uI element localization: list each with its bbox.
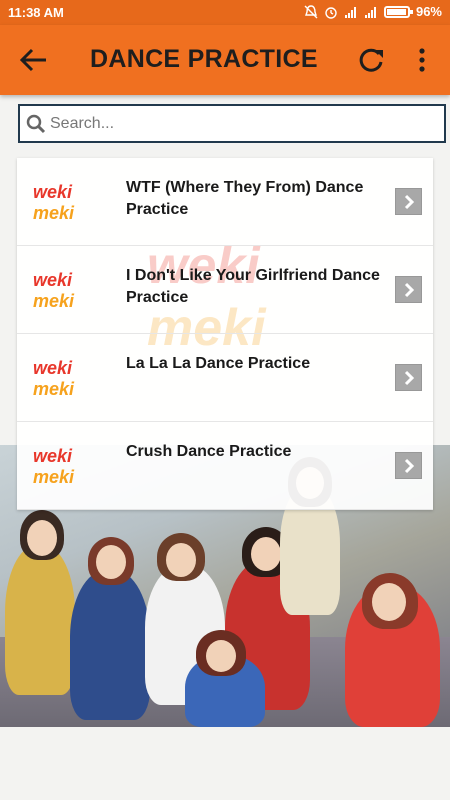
alarm-icon xyxy=(325,6,337,19)
svg-text:meki: meki xyxy=(33,379,75,398)
status-icons: 96% xyxy=(304,4,442,19)
svg-text:weki: weki xyxy=(33,270,73,290)
more-vert-icon[interactable] xyxy=(412,45,432,75)
status-time: 11:38 AM xyxy=(8,5,64,20)
chevron-right-button[interactable] xyxy=(395,188,422,215)
chevron-right-icon xyxy=(404,194,415,210)
photo-face xyxy=(96,545,126,579)
list-item-label: La La La Dance Practice xyxy=(126,355,311,372)
battery-fill xyxy=(386,8,406,15)
list-item-label: WTF (Where They From) Dance Practice xyxy=(126,179,364,218)
list-item[interactable]: weki meki Crush Dance Practice xyxy=(17,422,433,510)
battery-icon xyxy=(383,5,413,18)
photo-face xyxy=(166,543,196,577)
bottom-blank-area xyxy=(0,727,450,800)
chevron-right-button[interactable] xyxy=(395,364,422,391)
svg-text:meki: meki xyxy=(33,467,75,486)
chevron-right-icon xyxy=(404,458,415,474)
signal-icon xyxy=(344,6,356,18)
list-item[interactable]: weki meki WTF (Where They From) Dance Pr… xyxy=(17,158,433,246)
photo-face xyxy=(206,640,236,672)
back-arrow-icon[interactable] xyxy=(18,46,52,74)
chevron-right-button[interactable] xyxy=(395,452,422,479)
weki-meki-logo: weki meki xyxy=(33,270,75,310)
photo-figure xyxy=(5,545,75,695)
list-item[interactable]: weki meki I Don't Like Your Girlfriend D… xyxy=(17,246,433,334)
photo-figure xyxy=(70,570,150,720)
photo-face xyxy=(372,583,406,621)
svg-text:meki: meki xyxy=(33,203,75,222)
page-title: DANCE PRACTICE xyxy=(90,45,318,73)
photo-face xyxy=(27,520,57,556)
battery-percent: 96% xyxy=(415,4,442,19)
svg-text:weki: weki xyxy=(33,358,73,378)
search-box[interactable] xyxy=(18,104,446,143)
weki-meki-logo: weki meki xyxy=(33,358,75,398)
chevron-right-icon xyxy=(404,370,415,386)
app-bar: DANCE PRACTICE xyxy=(0,25,450,95)
search-icon xyxy=(26,114,46,134)
svg-text:weki: weki xyxy=(33,446,73,466)
svg-text:meki: meki xyxy=(33,291,75,310)
mute-icon xyxy=(304,4,318,18)
photo-face xyxy=(251,537,281,571)
dance-practice-list: weki meki weki meki WTF (Where They From… xyxy=(17,158,433,510)
chevron-right-button[interactable] xyxy=(395,276,422,303)
list-item[interactable]: weki meki La La La Dance Practice xyxy=(17,334,433,422)
weki-meki-logo: weki meki xyxy=(33,182,75,222)
svg-text:weki: weki xyxy=(33,182,73,202)
status-bar: 11:38 AM 96% xyxy=(0,0,450,25)
weki-meki-logo: weki meki xyxy=(33,446,75,486)
refresh-icon[interactable] xyxy=(356,45,386,75)
list-item-label: Crush Dance Practice xyxy=(126,443,292,460)
chevron-right-icon xyxy=(404,282,415,298)
list-item-label: I Don't Like Your Girlfriend Dance Pract… xyxy=(126,267,380,306)
search-input[interactable] xyxy=(50,112,430,135)
signal-icon xyxy=(364,6,376,18)
